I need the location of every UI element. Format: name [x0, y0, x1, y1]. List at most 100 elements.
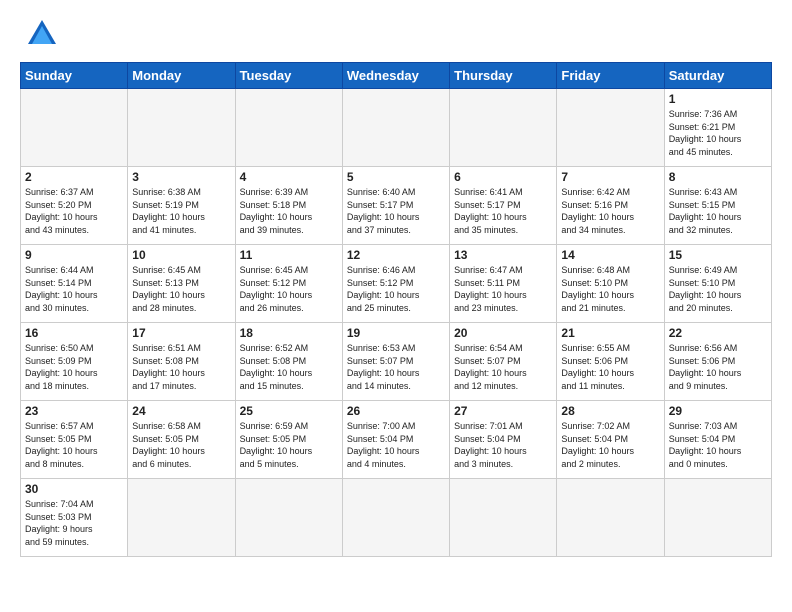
day-info: Sunrise: 6:39 AM Sunset: 5:18 PM Dayligh… — [240, 186, 338, 236]
day-info: Sunrise: 7:00 AM Sunset: 5:04 PM Dayligh… — [347, 420, 445, 470]
day-number: 16 — [25, 326, 123, 340]
calendar-cell: 4 Sunrise: 6:39 AM Sunset: 5:18 PM Daylig… — [235, 167, 342, 245]
calendar-cell: 29Sunrise: 7:03 AM Sunset: 5:04 PM Dayli… — [664, 401, 771, 479]
day-info: Sunrise: 7:01 AM Sunset: 5:04 PM Dayligh… — [454, 420, 552, 470]
day-info: Sunrise: 6:56 AM Sunset: 5:06 PM Dayligh… — [669, 342, 767, 392]
calendar-cell — [128, 89, 235, 167]
calendar-cell — [450, 89, 557, 167]
day-number: 5 — [347, 170, 445, 184]
weekday-header-thursday: Thursday — [450, 63, 557, 89]
day-info: Sunrise: 6:41 AM Sunset: 5:17 PM Dayligh… — [454, 186, 552, 236]
calendar-cell: 5Sunrise: 6:40 AM Sunset: 5:17 PM Daylig… — [342, 167, 449, 245]
day-info: Sunrise: 6:58 AM Sunset: 5:05 PM Dayligh… — [132, 420, 230, 470]
day-number: 13 — [454, 248, 552, 262]
day-number: 27 — [454, 404, 552, 418]
day-number: 22 — [669, 326, 767, 340]
calendar-cell: 1Sunrise: 7:36 AM Sunset: 6:21 PM Daylig… — [664, 89, 771, 167]
day-info: Sunrise: 6:59 AM Sunset: 5:05 PM Dayligh… — [240, 420, 338, 470]
calendar-cell: 6 Sunrise: 6:41 AM Sunset: 5:17 PM Daylig… — [450, 167, 557, 245]
day-number: 3 — [132, 170, 230, 184]
calendar-cell: 12Sunrise: 6:46 AM Sunset: 5:12 PM Dayli… — [342, 245, 449, 323]
logo-icon — [24, 16, 60, 52]
logo — [20, 20, 60, 52]
day-info: Sunrise: 6:54 AM Sunset: 5:07 PM Dayligh… — [454, 342, 552, 392]
calendar-week-1: 2Sunrise: 6:37 AM Sunset: 5:20 PM Daylig… — [21, 167, 772, 245]
calendar-week-0: 1Sunrise: 7:36 AM Sunset: 6:21 PM Daylig… — [21, 89, 772, 167]
day-number: 4 — [240, 170, 338, 184]
weekday-header-tuesday: Tuesday — [235, 63, 342, 89]
day-number: 30 — [25, 482, 123, 496]
day-number: 21 — [561, 326, 659, 340]
calendar-cell — [664, 479, 771, 557]
calendar-week-4: 23 Sunrise: 6:57 AM Sunset: 5:05 PM Dayli… — [21, 401, 772, 479]
calendar-week-3: 16 Sunrise: 6:50 AM Sunset: 5:09 PM Dayli… — [21, 323, 772, 401]
day-number: 29 — [669, 404, 767, 418]
calendar-cell: 18Sunrise: 6:52 AM Sunset: 5:08 PM Dayli… — [235, 323, 342, 401]
calendar-cell: 20 Sunrise: 6:54 AM Sunset: 5:07 PM Dayli… — [450, 323, 557, 401]
calendar-cell: 16 Sunrise: 6:50 AM Sunset: 5:09 PM Dayli… — [21, 323, 128, 401]
day-number: 23 — [25, 404, 123, 418]
day-number: 17 — [132, 326, 230, 340]
calendar-cell: 15Sunrise: 6:49 AM Sunset: 5:10 PM Dayli… — [664, 245, 771, 323]
calendar-cell: 26 Sunrise: 7:00 AM Sunset: 5:04 PM Dayli… — [342, 401, 449, 479]
calendar-cell — [235, 89, 342, 167]
calendar: SundayMondayTuesdayWednesdayThursdayFrid… — [20, 62, 772, 557]
day-number: 8 — [669, 170, 767, 184]
calendar-cell: 3 Sunrise: 6:38 AM Sunset: 5:19 PM Daylig… — [128, 167, 235, 245]
day-number: 11 — [240, 248, 338, 262]
calendar-cell — [21, 89, 128, 167]
calendar-header: SundayMondayTuesdayWednesdayThursdayFrid… — [21, 63, 772, 89]
page: SundayMondayTuesdayWednesdayThursdayFrid… — [0, 0, 792, 612]
day-number: 14 — [561, 248, 659, 262]
calendar-cell: 24 Sunrise: 6:58 AM Sunset: 5:05 PM Dayli… — [128, 401, 235, 479]
calendar-body: 1Sunrise: 7:36 AM Sunset: 6:21 PM Daylig… — [21, 89, 772, 557]
calendar-cell: 27 Sunrise: 7:01 AM Sunset: 5:04 PM Dayli… — [450, 401, 557, 479]
weekday-row: SundayMondayTuesdayWednesdayThursdayFrid… — [21, 63, 772, 89]
calendar-cell — [342, 89, 449, 167]
calendar-week-2: 9Sunrise: 6:44 AM Sunset: 5:14 PM Daylig… — [21, 245, 772, 323]
day-info: Sunrise: 6:45 AM Sunset: 5:12 PM Dayligh… — [240, 264, 338, 314]
day-info: Sunrise: 6:45 AM Sunset: 5:13 PM Dayligh… — [132, 264, 230, 314]
weekday-header-sunday: Sunday — [21, 63, 128, 89]
calendar-cell: 13 Sunrise: 6:47 AM Sunset: 5:11 PM Dayli… — [450, 245, 557, 323]
calendar-cell: 23 Sunrise: 6:57 AM Sunset: 5:05 PM Dayli… — [21, 401, 128, 479]
calendar-cell: 9Sunrise: 6:44 AM Sunset: 5:14 PM Daylig… — [21, 245, 128, 323]
day-info: Sunrise: 6:51 AM Sunset: 5:08 PM Dayligh… — [132, 342, 230, 392]
day-number: 6 — [454, 170, 552, 184]
calendar-cell — [128, 479, 235, 557]
weekday-header-friday: Friday — [557, 63, 664, 89]
day-info: Sunrise: 6:52 AM Sunset: 5:08 PM Dayligh… — [240, 342, 338, 392]
day-info: Sunrise: 6:43 AM Sunset: 5:15 PM Dayligh… — [669, 186, 767, 236]
calendar-cell: 2Sunrise: 6:37 AM Sunset: 5:20 PM Daylig… — [21, 167, 128, 245]
day-number: 19 — [347, 326, 445, 340]
day-info: Sunrise: 6:50 AM Sunset: 5:09 PM Dayligh… — [25, 342, 123, 392]
day-number: 24 — [132, 404, 230, 418]
calendar-cell — [557, 89, 664, 167]
day-number: 25 — [240, 404, 338, 418]
weekday-header-wednesday: Wednesday — [342, 63, 449, 89]
day-number: 28 — [561, 404, 659, 418]
calendar-cell: 21 Sunrise: 6:55 AM Sunset: 5:06 PM Dayli… — [557, 323, 664, 401]
day-info: Sunrise: 6:55 AM Sunset: 5:06 PM Dayligh… — [561, 342, 659, 392]
calendar-cell — [557, 479, 664, 557]
calendar-cell — [450, 479, 557, 557]
day-number: 26 — [347, 404, 445, 418]
calendar-cell: 25 Sunrise: 6:59 AM Sunset: 5:05 PM Dayli… — [235, 401, 342, 479]
calendar-cell — [342, 479, 449, 557]
day-info: Sunrise: 6:47 AM Sunset: 5:11 PM Dayligh… — [454, 264, 552, 314]
day-number: 1 — [669, 92, 767, 106]
day-info: Sunrise: 6:48 AM Sunset: 5:10 PM Dayligh… — [561, 264, 659, 314]
weekday-header-saturday: Saturday — [664, 63, 771, 89]
calendar-cell: 19 Sunrise: 6:53 AM Sunset: 5:07 PM Dayli… — [342, 323, 449, 401]
calendar-cell: 10Sunrise: 6:45 AM Sunset: 5:13 PM Dayli… — [128, 245, 235, 323]
day-info: Sunrise: 6:53 AM Sunset: 5:07 PM Dayligh… — [347, 342, 445, 392]
day-info: Sunrise: 6:44 AM Sunset: 5:14 PM Dayligh… — [25, 264, 123, 314]
day-info: Sunrise: 6:38 AM Sunset: 5:19 PM Dayligh… — [132, 186, 230, 236]
calendar-cell: 30Sunrise: 7:04 AM Sunset: 5:03 PM Dayli… — [21, 479, 128, 557]
day-number: 20 — [454, 326, 552, 340]
calendar-cell: 8 Sunrise: 6:43 AM Sunset: 5:15 PM Daylig… — [664, 167, 771, 245]
calendar-cell: 14 Sunrise: 6:48 AM Sunset: 5:10 PM Dayli… — [557, 245, 664, 323]
day-info: Sunrise: 6:57 AM Sunset: 5:05 PM Dayligh… — [25, 420, 123, 470]
calendar-cell: 17 Sunrise: 6:51 AM Sunset: 5:08 PM Dayli… — [128, 323, 235, 401]
weekday-header-monday: Monday — [128, 63, 235, 89]
